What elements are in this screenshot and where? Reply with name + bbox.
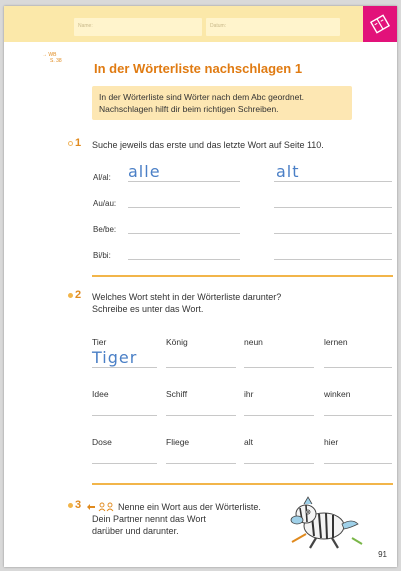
task-2-word: ihr xyxy=(244,389,254,399)
task-1-row-label: Au/au: xyxy=(93,199,117,208)
answer-line[interactable] xyxy=(274,207,392,208)
task-2-instruction: Welches Wort steht in der Wörterliste da… xyxy=(92,291,281,315)
answer-line[interactable] xyxy=(244,415,314,416)
partner-work-icon xyxy=(87,502,114,512)
task-2-answer: Tiger xyxy=(92,348,138,367)
task-2-word: Tier xyxy=(92,337,107,347)
name-label: Name: xyxy=(78,23,93,29)
workbook-page: Name: Datum: → WB S. 38 In der Wörterlis… xyxy=(4,6,397,567)
book-icon xyxy=(369,14,391,34)
answer-line[interactable] xyxy=(324,415,392,416)
section-divider xyxy=(92,483,393,485)
task-3-number: 3 xyxy=(75,499,82,511)
answer-line[interactable] xyxy=(324,463,392,464)
task-1-answer-first: alle xyxy=(128,162,161,181)
date-label: Datum: xyxy=(210,23,227,29)
name-field[interactable]: Name: xyxy=(74,18,202,36)
task-3-circle-icon xyxy=(68,503,73,508)
info-line-2: Nachschlagen hilft dir beim richtigen Sc… xyxy=(99,104,279,114)
answer-line[interactable] xyxy=(166,367,236,368)
task-1-instruction: Suche jeweils das erste und das letzte W… xyxy=(92,140,324,150)
answer-line[interactable] xyxy=(128,181,240,182)
answer-line[interactable] xyxy=(166,463,236,464)
task-2-word: Dose xyxy=(92,437,112,447)
task-2-word: Schiff xyxy=(166,389,188,399)
task-1-row-label: Al/al: xyxy=(93,173,111,182)
task-2-word: Idee xyxy=(92,389,109,399)
task-2-word: neun xyxy=(244,337,263,347)
info-line-1: In der Wörterliste sind Wörter nach dem … xyxy=(99,92,305,102)
task-2-instruction-line-1: Welches Wort steht in der Wörterliste da… xyxy=(92,292,282,302)
task-1-number: 1 xyxy=(75,137,82,149)
workbook-reference-page: S. 38 xyxy=(50,58,62,64)
answer-line[interactable] xyxy=(92,463,157,464)
answer-line[interactable] xyxy=(92,415,157,416)
task-3-instruction-line-3: darüber und darunter. xyxy=(92,526,179,536)
answer-line[interactable] xyxy=(324,367,392,368)
answer-line[interactable] xyxy=(274,181,392,182)
task-1-circle-icon xyxy=(68,141,73,146)
answer-line[interactable] xyxy=(128,259,240,260)
page-title: In der Wörterliste nachschlagen 1 xyxy=(94,61,303,76)
task-2-circle-icon xyxy=(68,293,73,298)
task-2-word: lernen xyxy=(324,337,348,347)
task-2-word: winken xyxy=(324,389,351,399)
task-2-instruction-line-2: Schreibe es unter das Wort. xyxy=(92,304,204,314)
task-2-number: 2 xyxy=(75,289,82,301)
answer-line[interactable] xyxy=(274,233,392,234)
answer-line[interactable] xyxy=(128,233,240,234)
date-field[interactable]: Datum: xyxy=(206,18,340,36)
task-1-row-label: Be/be: xyxy=(93,225,117,234)
task-3-instruction-line-2: Dein Partner nennt das Wort xyxy=(92,514,206,524)
task-3-instruction-line-1: Nenne ein Wort aus der Wörterliste. xyxy=(118,502,261,512)
answer-line[interactable] xyxy=(92,367,157,368)
task-1-row-label: Bi/bi: xyxy=(93,251,111,260)
section-divider xyxy=(92,275,393,277)
header-band: Name: Datum: xyxy=(4,6,397,42)
answer-line[interactable] xyxy=(244,463,314,464)
answer-line[interactable] xyxy=(244,367,314,368)
task-2-word: König xyxy=(166,337,188,347)
task-2-word: Fliege xyxy=(166,437,190,447)
task-1-answer-last: alt xyxy=(276,162,300,181)
answer-line[interactable] xyxy=(166,415,236,416)
answer-line[interactable] xyxy=(274,259,392,260)
zebra-illustration xyxy=(290,496,363,549)
workbook-reference: → WB S. 38 xyxy=(42,52,62,64)
answer-line[interactable] xyxy=(128,207,240,208)
info-box: In der Wörterliste sind Wörter nach dem … xyxy=(92,86,352,120)
corner-tab xyxy=(363,6,397,42)
page-number: 91 xyxy=(378,550,387,559)
task-2-word: alt xyxy=(244,437,253,447)
task-2-word: hier xyxy=(324,437,339,447)
